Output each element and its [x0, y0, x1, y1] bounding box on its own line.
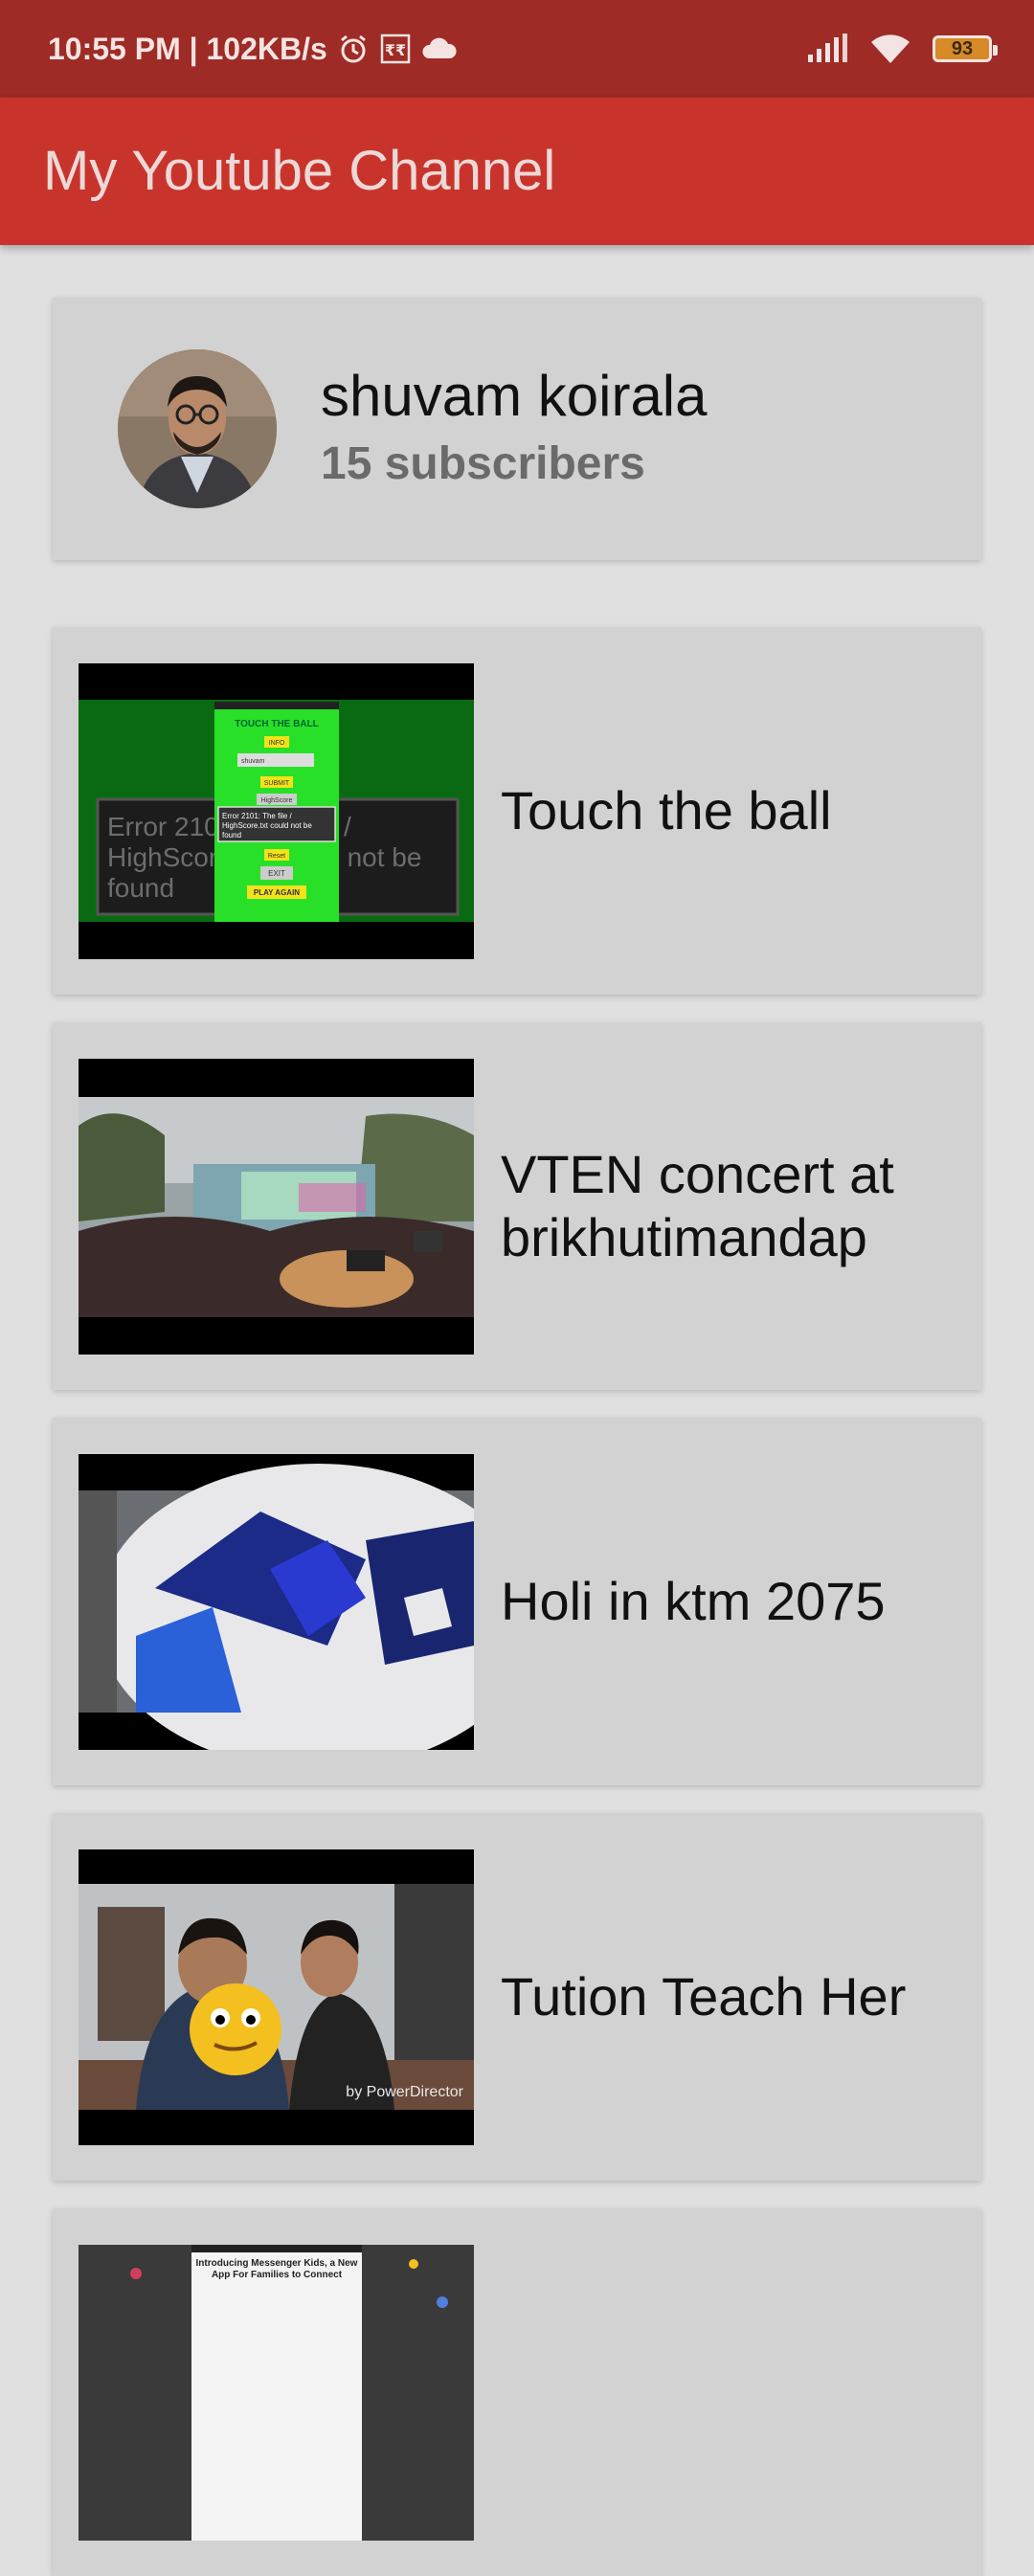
- thumb-exit: EXIT: [268, 869, 285, 878]
- app-title: My Youtube Channel: [43, 140, 556, 202]
- video-item-vten-concert[interactable]: VTEN concert at brikhutimandap: [53, 1022, 981, 1390]
- video-item-holi[interactable]: Holi in ktm 2075: [53, 1418, 981, 1785]
- avatar: [118, 349, 277, 508]
- cloud-icon: [421, 35, 458, 62]
- app-bar: My Youtube Channel: [0, 98, 1034, 245]
- thumb-error-line2: HighScore.txt could not be: [222, 821, 312, 830]
- status-bar: 10:55 PM | 102KB/s ₹₹ 93: [0, 0, 1034, 98]
- video-item-touch-the-ball[interactable]: Error 2101: The file / HighScore.txt cou…: [53, 627, 981, 995]
- video-item-messenger-kids[interactable]: Introducing Messenger Kids, a New App Fo…: [53, 2208, 981, 2576]
- channel-name: shuvam koirala: [321, 364, 708, 428]
- video-thumbnail[interactable]: [79, 1454, 474, 1750]
- thumb-play-again: PLAY AGAIN: [254, 888, 300, 897]
- thumb-input: shuvam: [241, 758, 265, 765]
- thumb-error-line3: found: [222, 831, 241, 840]
- video-thumbnail[interactable]: by PowerDirector: [79, 1849, 474, 2145]
- wifi-icon: [869, 33, 911, 65]
- battery-level: 93: [951, 37, 974, 59]
- channel-card[interactable]: shuvam koirala 15 subscribers: [53, 298, 981, 560]
- thumb-info: INFO: [269, 740, 285, 747]
- thumb-error-line1: Error 2101: The file /: [222, 812, 293, 820]
- status-right: 93: [806, 0, 998, 98]
- rupee-icon: ₹₹: [379, 33, 412, 65]
- video-thumbnail[interactable]: [79, 1059, 474, 1355]
- thumb-watermark: by PowerDirector: [346, 2084, 463, 2100]
- thumb-highscore: HighScore: [261, 797, 293, 804]
- video-title: Holi in ktm 2075: [501, 1571, 886, 1631]
- video-thumbnail[interactable]: Introducing Messenger Kids, a New App Fo…: [79, 2245, 474, 2541]
- svg-text:₹₹: ₹₹: [385, 41, 406, 59]
- thumb-submit: SUBMIT: [264, 780, 290, 787]
- status-left: 10:55 PM | 102KB/s ₹₹: [48, 0, 458, 98]
- thumb-reset: Reset: [268, 853, 285, 860]
- alarm-icon: [337, 33, 370, 65]
- thumb-headline-line1: Introducing Messenger Kids, a New: [196, 2258, 358, 2269]
- thumb-header: TOUCH THE BALL: [235, 719, 319, 729]
- video-item-tution-teach-her[interactable]: by PowerDirector Tution Teach Her: [53, 1813, 981, 2181]
- thumb-headline-line2: App For Families to Connect: [212, 2270, 343, 2280]
- subscriber-count: 15 subscribers: [321, 438, 645, 489]
- signal-icon: [806, 34, 848, 64]
- thumb-bg-error-line3: found: [107, 873, 174, 903]
- video-title: [501, 2208, 960, 2576]
- video-thumbnail[interactable]: Error 2101: The file / HighScore.txt cou…: [79, 663, 474, 959]
- battery-icon: 93: [933, 35, 998, 62]
- video-title: Tution Teach Her: [501, 1966, 907, 2027]
- status-time: 10:55 PM | 102KB/s: [48, 31, 327, 66]
- video-title: Touch the ball: [501, 780, 832, 840]
- video-title: VTEN concert at brikhutimandap: [501, 1144, 894, 1267]
